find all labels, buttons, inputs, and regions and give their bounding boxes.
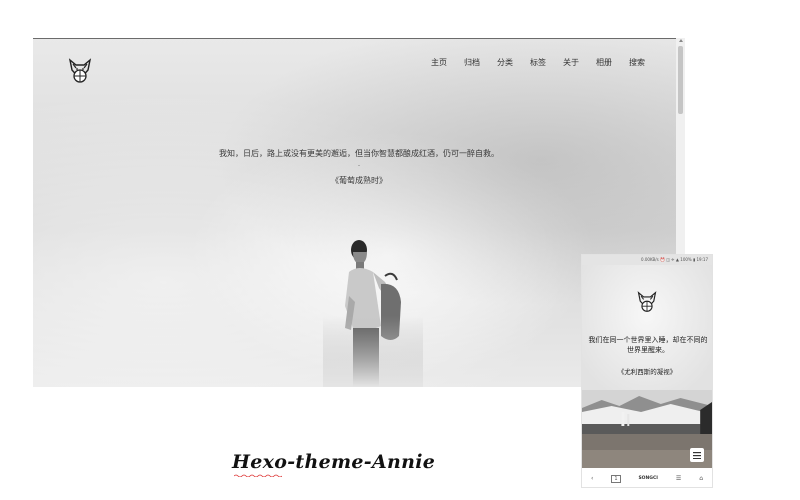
- quote-separator: -: [357, 162, 361, 169]
- fox-logo-icon[interactable]: [636, 290, 658, 314]
- browser-menu-icon[interactable]: ☰: [676, 475, 681, 482]
- menu-icon: [693, 451, 701, 459]
- browser-brand: SONGCI: [638, 476, 658, 481]
- nav-item-categories[interactable]: 分类: [497, 57, 513, 68]
- scroll-up-icon[interactable]: [679, 39, 683, 42]
- nav-item-tags[interactable]: 标签: [530, 57, 546, 68]
- phone-status-bar: 0.00KB/s ⏰ ◫ ✈ ▲ 100% ▮ 19:17: [582, 255, 712, 265]
- nav-item-archive[interactable]: 归档: [464, 57, 480, 68]
- nav-item-home[interactable]: 主页: [431, 57, 447, 68]
- phone-quote: 我们在同一个世界里入睡，却在不同的世界里醒来。: [588, 336, 708, 354]
- home-icon[interactable]: ⌂: [699, 475, 703, 482]
- fox-logo-icon[interactable]: [67, 57, 93, 85]
- phone-hero: 我们在同一个世界里入睡，却在不同的世界里醒来。 《尤利西斯的凝视》: [582, 265, 712, 390]
- phone-browser-nav: ‹ 1 SONGCI ☰ ⌂: [582, 468, 712, 487]
- theme-title: Hexo-theme-Annie: [232, 451, 436, 473]
- menu-button[interactable]: [690, 448, 704, 462]
- main-nav: 主页 归档 分类 标签 关于 相册 搜索: [431, 57, 645, 68]
- spellcheck-underline: [234, 474, 282, 477]
- nav-item-album[interactable]: 相册: [596, 57, 612, 68]
- status-text: 0.00KB/s ⏰ ◫ ✈ ▲ 100% ▮ 19:17: [641, 257, 708, 262]
- hero-figure-image: [323, 240, 423, 387]
- tabs-icon[interactable]: 1: [611, 474, 621, 483]
- mobile-preview: 0.00KB/s ⏰ ◫ ✈ ▲ 100% ▮ 19:17 我们在同一个世界里入…: [581, 254, 713, 488]
- page-stage: 主页 归档 分类 标签 关于 相册 搜索 我知，日后，路上或没有更美的邂逅，但当…: [0, 0, 800, 500]
- back-icon[interactable]: ‹: [591, 475, 593, 482]
- nav-item-search[interactable]: 搜索: [629, 57, 645, 68]
- phone-quote-source: 《尤利西斯的凝视》: [617, 368, 677, 376]
- hero-quote: 我知，日后，路上或没有更美的邂逅，但当你智慧都酿成红酒，仍可一醉自救。: [219, 149, 499, 158]
- scrollbar-thumb[interactable]: [678, 46, 683, 114]
- nav-item-about[interactable]: 关于: [563, 57, 579, 68]
- window-edge: [33, 38, 685, 39]
- quote-source: 《葡萄成熟时》: [331, 176, 387, 185]
